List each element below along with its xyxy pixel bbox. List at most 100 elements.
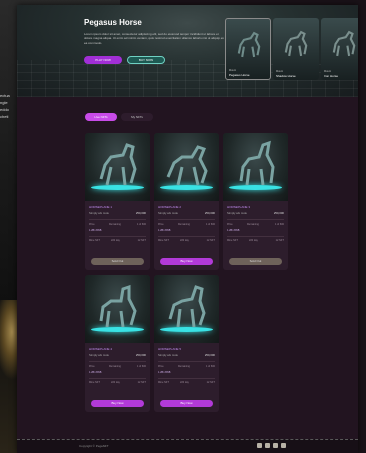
nft-card: HORSEPLANE 1 Simply ark mule 250,000 Pri…: [85, 133, 150, 270]
horse-icon: [332, 30, 356, 57]
horse-icon: [239, 140, 275, 186]
divider: [158, 361, 215, 362]
buy-now-button[interactable]: Buy Now: [91, 400, 144, 407]
nft-subtitle: Simply ark mule: [158, 211, 178, 215]
nft-price: 250,000: [135, 211, 146, 215]
divider: [89, 236, 146, 237]
play-now-button[interactable]: PLAY NOW: [84, 56, 122, 64]
nft-name: HORSEPLANE 5: [158, 347, 182, 351]
price-value: 1.2Bn BNB: [89, 229, 102, 232]
nft-subtitle: Simply ark mule: [158, 353, 178, 357]
stat-duration: 220 day: [180, 381, 189, 384]
stat-duration: 220 day: [111, 381, 120, 384]
stat-count: 12 NFT: [206, 239, 215, 242]
buy-now-button[interactable]: Buy Now: [160, 258, 213, 265]
hero-thumbnail[interactable]: Mount Pegasus Horse: [225, 18, 271, 80]
divider: [89, 361, 146, 362]
thumbnail-name: Shadow Horse: [276, 74, 296, 78]
divider: [227, 219, 284, 220]
hero-banner: Pegasus Horse Lorem ipsum dolor sit amet…: [17, 5, 358, 97]
page-footer: Copyright © PegaNFT: [17, 439, 358, 453]
nft-price: 250,000: [135, 353, 146, 357]
price-value: 1.2Bn BNB: [89, 371, 102, 374]
stat-label: Mine NFT: [89, 381, 100, 384]
price-label: Price: [227, 223, 233, 226]
remaining-label: Remaining: [109, 365, 121, 368]
stat-duration: 220 day: [180, 239, 189, 242]
supply-value: 1 of 600: [205, 223, 215, 226]
stat-count: 12 NFT: [275, 239, 284, 242]
buy-now-button[interactable]: Buy Now: [160, 400, 213, 407]
stat-count: 12 NFT: [206, 381, 215, 384]
remaining-label: Remaining: [247, 223, 259, 226]
nft-name: HORSEPLANE 2: [158, 205, 182, 209]
price-value: 1.2Bn BNB: [158, 371, 171, 374]
remaining-label: Remaining: [178, 223, 190, 226]
stat-label: Mine NFT: [158, 381, 169, 384]
thumbnail-caption: Mount: [276, 70, 283, 73]
sold-out-button[interactable]: Sold Out: [91, 258, 144, 265]
divider: [89, 378, 146, 379]
twitter-icon[interactable]: [265, 443, 270, 448]
facebook-icon[interactable]: [257, 443, 262, 448]
remaining-label: Remaining: [109, 223, 121, 226]
price-value: 1.2Bn BNB: [158, 229, 171, 232]
hero-thumbnail[interactable]: Mount Iron Horse: [321, 18, 358, 80]
horse-icon: [168, 285, 206, 328]
nft-subtitle: Simply ark mule: [89, 211, 109, 215]
horse-icon: [237, 31, 261, 58]
price-label: Price: [158, 223, 164, 226]
remaining-label: Remaining: [178, 365, 190, 368]
nft-card: HORSEPLANE 2 Simply ark mule 250,000 Pri…: [154, 133, 219, 270]
stat-duration: 220 day: [249, 239, 258, 242]
nft-price: 250,000: [204, 353, 215, 357]
nft-card: HORSEPLANE 3 Simply ark mule 250,000 Pri…: [223, 133, 288, 270]
supply-value: 1 of 600: [274, 223, 284, 226]
divider: [158, 236, 215, 237]
price-label: Price: [158, 365, 164, 368]
hero-description: Lorem ipsum dolor sit amet, consectetur …: [84, 32, 224, 45]
nft-name: HORSEPLANE 1: [89, 205, 113, 209]
nft-card: HORSEPLANE 4 Simply ark mule 250,000 Pri…: [85, 275, 150, 412]
supply-value: 1 of 600: [136, 365, 146, 368]
buy-now-button[interactable]: BUY NOW: [127, 56, 165, 64]
tab-my-nfts[interactable]: My NFTs: [121, 113, 153, 121]
horse-icon: [99, 284, 137, 328]
stat-label: Mine NFT: [158, 239, 169, 242]
price-label: Price: [89, 365, 95, 368]
supply-value: 1 of 600: [136, 223, 146, 226]
nft-price: 250,000: [204, 211, 215, 215]
thumbnail-caption: Mount: [324, 70, 331, 73]
nft-price: 250,000: [273, 211, 284, 215]
stat-count: 12 NFT: [137, 239, 146, 242]
nft-card: HORSEPLANE 5 Simply ark mule 250,000 Pri…: [154, 275, 219, 412]
telegram-icon[interactable]: [273, 443, 278, 448]
horse-icon: [99, 143, 137, 186]
divider: [227, 236, 284, 237]
nft-marketplace-page: Pegasus Horse Lorem ipsum dolor sit amet…: [17, 5, 358, 453]
price-label: Price: [89, 223, 95, 226]
thumbnail-name: Iron Horse: [324, 74, 339, 78]
horse-icon: [166, 145, 208, 186]
divider: [158, 219, 215, 220]
hero-title: Pegasus Horse: [84, 18, 142, 27]
stat-label: Mine NFT: [89, 239, 100, 242]
nft-name: HORSEPLANE 3: [227, 205, 251, 209]
thumbnail-name: Pegasus Horse: [229, 73, 250, 77]
price-value: 1.2Bn BNB: [227, 229, 240, 232]
hero-thumbnail[interactable]: Mount Shadow Horse: [273, 18, 319, 80]
supply-value: 1 of 600: [205, 365, 215, 368]
horse-icon: [284, 30, 308, 57]
nft-name: HORSEPLANE 4: [89, 347, 113, 351]
stat-label: Mine NFT: [227, 239, 238, 242]
sold-out-button[interactable]: Sold Out: [229, 258, 282, 265]
stat-count: 12 NFT: [137, 381, 146, 384]
divider: [89, 219, 146, 220]
tab-live-nfts[interactable]: Live NFTs: [85, 113, 117, 121]
discord-icon[interactable]: [281, 443, 286, 448]
divider: [158, 378, 215, 379]
stat-duration: 220 day: [111, 239, 120, 242]
nft-subtitle: Simply ark mule: [89, 353, 109, 357]
thumbnail-caption: Mount: [229, 69, 236, 72]
footer-copyright: Copyright © PegaNFT: [79, 444, 109, 448]
